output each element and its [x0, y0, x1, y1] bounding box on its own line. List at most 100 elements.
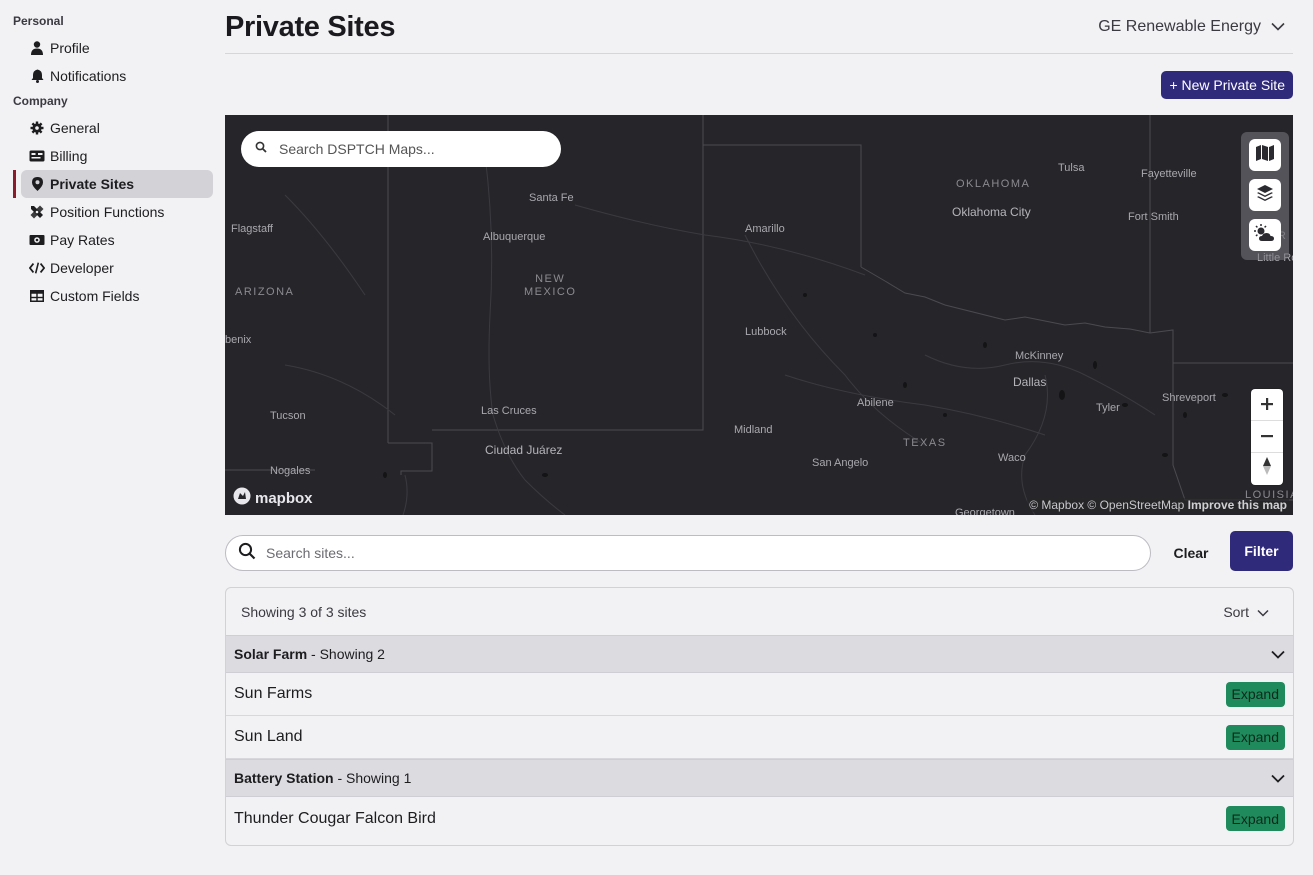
list-item: Thunder Cougar Falcon Bird Expand: [226, 797, 1293, 840]
section-label-personal: Personal: [13, 14, 64, 28]
mapbox-logo-icon: [233, 487, 251, 509]
sidebar-item-billing[interactable]: Billing: [21, 142, 213, 170]
money-check-icon: [29, 148, 45, 164]
map-label-oklahoma-city: Oklahoma City: [952, 205, 1031, 219]
sidebar-item-pay-rates[interactable]: Pay Rates: [21, 226, 213, 254]
sidebar-item-label: Developer: [50, 260, 114, 276]
map-weather-button[interactable]: [1249, 219, 1281, 251]
expand-button[interactable]: Expand: [1225, 681, 1285, 707]
layers-icon: [1256, 184, 1274, 207]
bell-icon: [29, 68, 45, 84]
map-attribution: © Mapbox © OpenStreetMap Improve this ma…: [1027, 498, 1289, 512]
group-title: Battery Station - Showing 1: [234, 770, 412, 786]
sidebar-item-label: General: [50, 120, 100, 136]
map-label-new-mexico: NEW MEXICO: [524, 273, 577, 298]
sidebar-item-position-functions[interactable]: Position Functions: [21, 198, 213, 226]
search-icon: [255, 140, 267, 158]
map-label-texas: TEXAS: [903, 437, 947, 449]
zoom-controls: [1251, 389, 1283, 485]
map-label-mckinney: McKinney: [1015, 350, 1064, 362]
map-label-nogales: Nogales: [270, 465, 311, 477]
chevron-down-icon: [1271, 770, 1285, 786]
sidebar-item-developer[interactable]: Developer: [21, 254, 213, 282]
map-base-layer: [225, 115, 1293, 515]
site-list: Showing 3 of 3 sites Sort Solar Farm - S…: [225, 587, 1294, 846]
map-label-abilene: Abilene: [857, 397, 894, 409]
mapbox-logo-text: mapbox: [255, 489, 313, 507]
map-label-fort-smith: Fort Smith: [1128, 211, 1179, 223]
group-header-battery-station[interactable]: Battery Station - Showing 1: [226, 759, 1293, 797]
map-label-albuquerque: Albuquerque: [483, 231, 546, 243]
cloud-sun-icon: [1254, 223, 1276, 247]
compass-icon: [1262, 456, 1272, 482]
sidebar-item-profile[interactable]: Profile: [21, 34, 213, 62]
sidebar-item-notifications[interactable]: Notifications: [21, 62, 213, 90]
search-icon: [238, 542, 256, 565]
header-divider: [225, 53, 1293, 54]
user-icon: [29, 40, 45, 56]
money-bill-icon: [29, 232, 45, 248]
map-search-box[interactable]: [241, 131, 561, 167]
attribution-text[interactable]: © Mapbox © OpenStreetMap: [1029, 498, 1184, 512]
sidebar-item-label: Custom Fields: [50, 288, 140, 304]
map-style-button[interactable]: [1249, 139, 1281, 171]
map-label-shreveport: Shreveport: [1162, 392, 1216, 404]
mapbox-logo[interactable]: mapbox: [233, 487, 313, 509]
expand-button[interactable]: Expand: [1225, 724, 1285, 750]
filter-button[interactable]: Filter: [1230, 531, 1293, 571]
sidebar-item-general[interactable]: General: [21, 114, 213, 142]
group-header-solar-farm[interactable]: Solar Farm - Showing 2: [226, 635, 1293, 673]
section-label-company: Company: [13, 94, 68, 108]
clear-button[interactable]: Clear: [1166, 535, 1216, 571]
map-pin-icon: [29, 176, 45, 192]
sort-label: Sort: [1223, 603, 1249, 620]
improve-map-link[interactable]: Improve this map: [1188, 498, 1287, 512]
map-search-input[interactable]: [279, 141, 539, 157]
map-label-tyler: Tyler: [1096, 402, 1120, 414]
results-summary: Showing 3 of 3 sites: [241, 603, 367, 620]
list-header: Showing 3 of 3 sites Sort: [226, 588, 1293, 635]
organization-name: GE Renewable Energy: [1098, 18, 1261, 35]
map-label-arizona: ARIZONA: [235, 286, 295, 298]
new-private-site-button[interactable]: + New Private Site: [1161, 71, 1293, 99]
group-title: Solar Farm - Showing 2: [234, 646, 385, 662]
expand-button[interactable]: Expand: [1225, 806, 1285, 831]
tools-icon: [29, 204, 45, 220]
map-label-midland: Midland: [734, 424, 773, 436]
page-title: Private Sites: [225, 11, 396, 43]
gear-icon: [29, 120, 45, 136]
map-label-fayetteville: Fayetteville: [1141, 168, 1197, 180]
site-search-box[interactable]: [225, 535, 1151, 571]
map-label-san-angelo: San Angelo: [812, 457, 869, 469]
map-layer-controls: [1241, 132, 1289, 260]
sidebar-item-label: Notifications: [50, 68, 127, 84]
map-label-waco: Waco: [998, 452, 1026, 464]
map-label-ciudad-juarez: Ciudad Juárez: [485, 443, 563, 457]
map-label-phoenix: benix: [225, 334, 252, 346]
plus-icon: [1261, 393, 1273, 416]
sidebar-item-label: Position Functions: [50, 204, 165, 220]
sidebar-item-custom-fields[interactable]: Custom Fields: [21, 282, 213, 310]
map-label-tulsa: Tulsa: [1058, 162, 1085, 174]
chevron-down-icon: [1257, 604, 1269, 620]
site-name: Sun Land: [234, 728, 303, 745]
map-label-lubbock: Lubbock: [745, 326, 787, 338]
map-view[interactable]: OKLAHOMA Tulsa Fayetteville Oklahoma Cit…: [225, 115, 1293, 515]
map-label-santa-fe: Santa Fe: [529, 192, 574, 204]
map-label-georgetown: Georgetown: [955, 507, 1015, 515]
site-search-input[interactable]: [266, 545, 1116, 561]
zoom-out-button[interactable]: [1251, 421, 1283, 453]
sidebar-item-private-sites[interactable]: Private Sites: [21, 170, 213, 198]
active-indicator: [13, 170, 16, 198]
table-icon: [29, 288, 45, 304]
sidebar-item-label: Pay Rates: [50, 232, 115, 248]
minus-icon: [1261, 425, 1273, 448]
map-icon: [1255, 144, 1275, 167]
list-item: Sun Farms Expand: [226, 673, 1293, 716]
site-name: Thunder Cougar Falcon Bird: [234, 809, 436, 827]
reset-bearing-button[interactable]: [1251, 453, 1283, 485]
organization-select[interactable]: GE Renewable Energy: [1098, 18, 1285, 36]
zoom-in-button[interactable]: [1251, 389, 1283, 421]
sort-dropdown[interactable]: Sort: [1223, 604, 1269, 620]
map-layers-button[interactable]: [1249, 179, 1281, 211]
